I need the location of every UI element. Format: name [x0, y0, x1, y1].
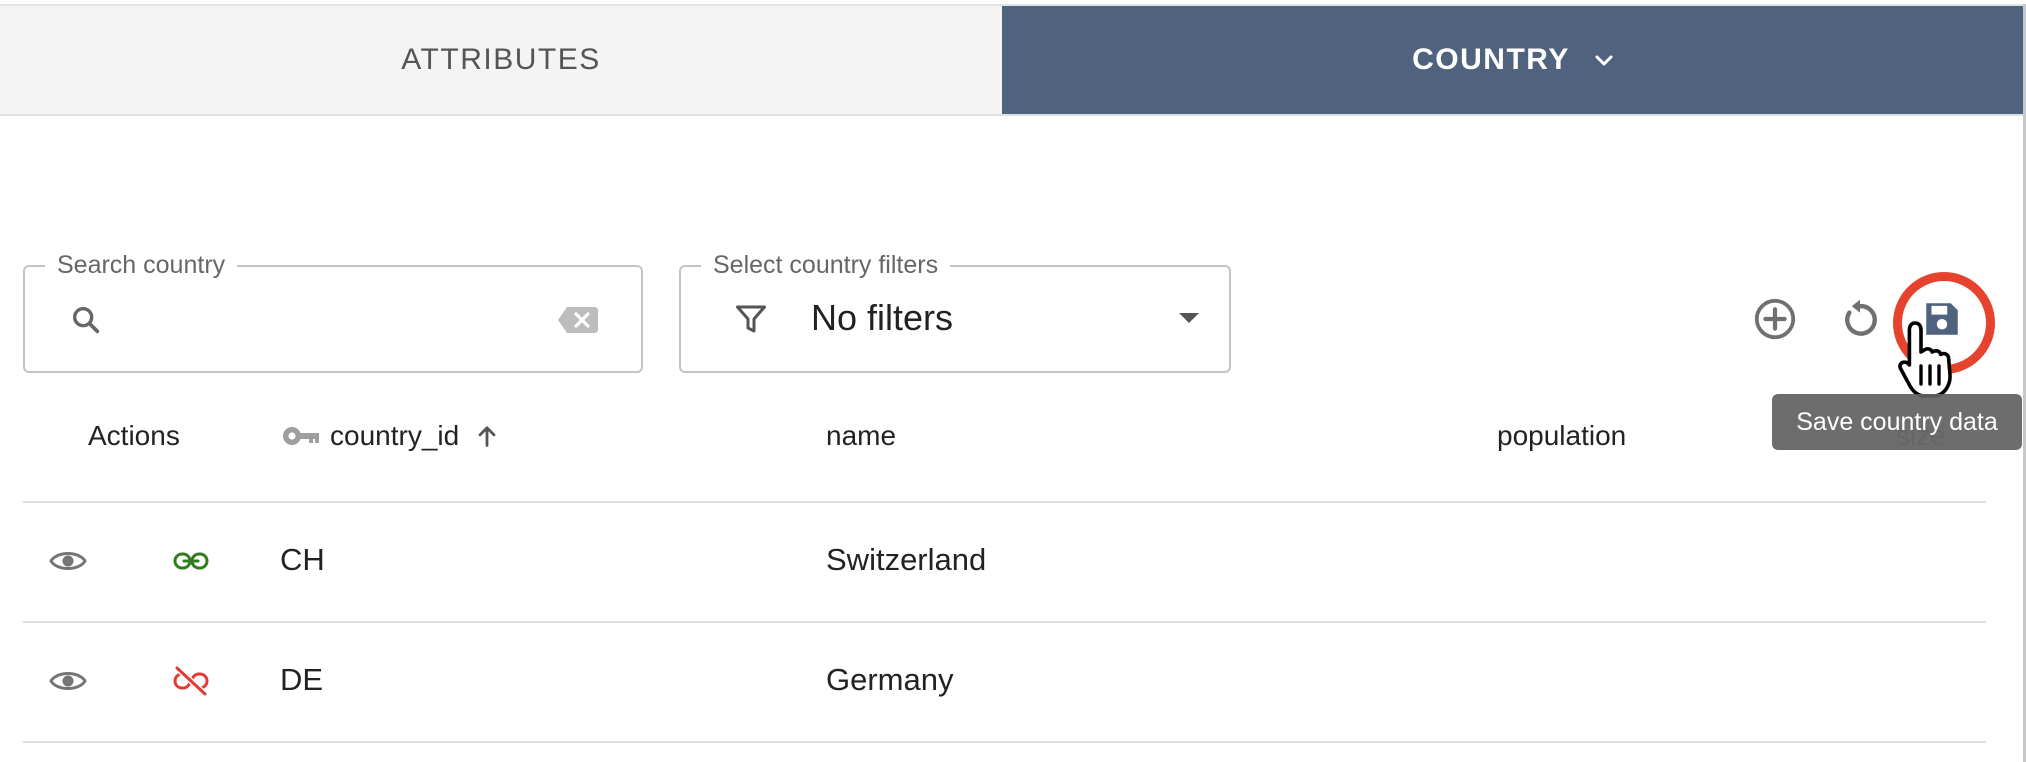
filter-icon	[736, 305, 766, 333]
sort-ascending-icon[interactable]	[473, 422, 501, 450]
header-actions: Actions	[88, 420, 180, 451]
clear-icon[interactable]	[557, 305, 599, 335]
header-population[interactable]: population	[1497, 418, 1626, 454]
hand-cursor-icon	[1898, 321, 1952, 398]
save-tooltip: Save country data	[1772, 394, 2022, 450]
search-icon	[72, 306, 100, 334]
eye-icon[interactable]	[49, 666, 87, 696]
table-row: CH Switzerland	[23, 502, 1986, 620]
search-field[interactable]: Search country	[23, 250, 643, 373]
filter-select[interactable]: Select country filters No filters	[679, 250, 1231, 373]
header-name[interactable]: name	[826, 418, 896, 454]
add-icon	[1754, 298, 1796, 340]
add-button[interactable]	[1745, 289, 1805, 349]
tab-attributes[interactable]: ATTRIBUTES	[0, 6, 1002, 114]
reset-icon	[1845, 299, 1877, 336]
tab-country-label: COUNTRY	[1412, 43, 1570, 76]
header-country-id-label: country_id	[330, 420, 460, 451]
link-off-icon[interactable]	[173, 666, 209, 696]
cell-name: Germany	[826, 662, 954, 697]
filter-value: No filters	[811, 297, 954, 338]
cell-country-id: DE	[280, 662, 324, 697]
search-label: Search country	[45, 250, 238, 280]
table-row: DE Germany	[23, 622, 1986, 740]
search-input[interactable]	[125, 291, 529, 349]
tab-bar: ATTRIBUTES COUNTRY	[0, 4, 2026, 116]
dropdown-icon	[1179, 313, 1199, 323]
cell-country-id: CH	[280, 542, 325, 577]
link-icon[interactable]	[173, 546, 209, 576]
key-icon	[283, 427, 319, 445]
filter-label: Select country filters	[701, 250, 951, 280]
reset-button[interactable]	[1830, 289, 1890, 349]
eye-icon[interactable]	[49, 546, 87, 576]
row-divider	[23, 741, 1986, 743]
cell-name: Switzerland	[826, 542, 987, 577]
tab-attributes-label: ATTRIBUTES	[401, 43, 601, 76]
tab-country[interactable]: COUNTRY	[1002, 6, 2026, 114]
chevron-down-icon	[1595, 55, 1613, 66]
header-country-id[interactable]: country_id	[282, 418, 501, 454]
